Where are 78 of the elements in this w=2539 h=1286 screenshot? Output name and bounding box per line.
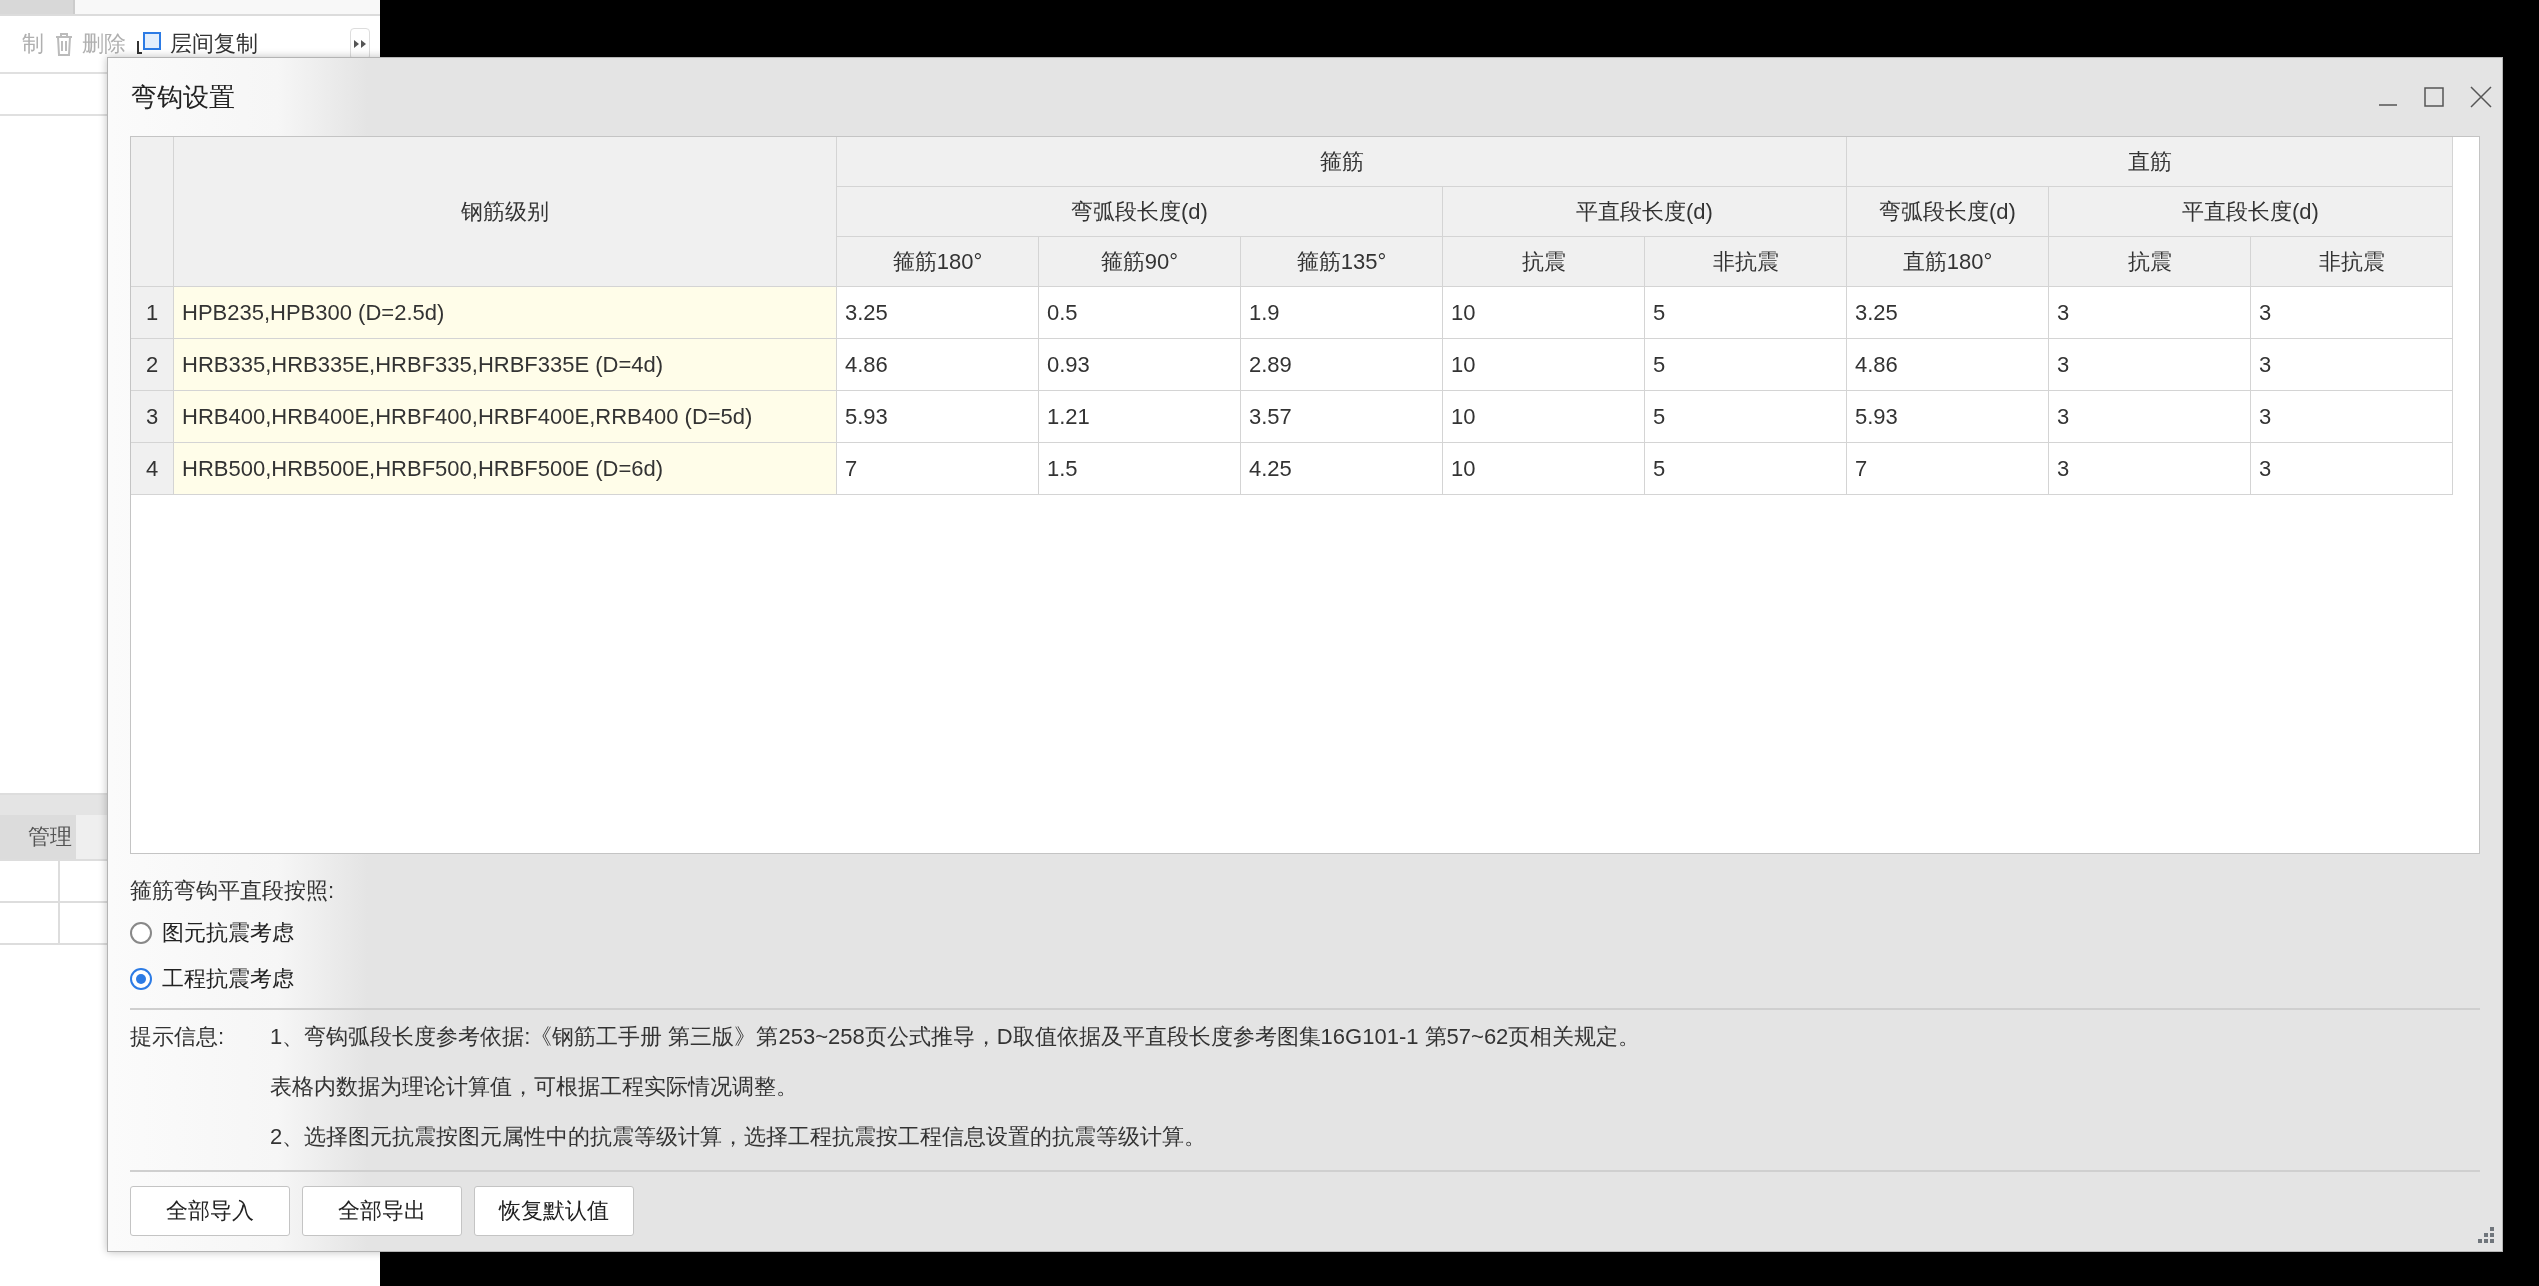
dialog-button[interactable]: 全部导出 [302, 1186, 462, 1236]
column-header: 抗震 [2049, 237, 2251, 287]
table-cell[interactable]: 3 [2049, 287, 2251, 339]
radio-label: 工程抗震考虑 [162, 965, 294, 993]
trash-icon [54, 31, 74, 57]
column-header: 直筋180° [1847, 237, 2049, 287]
table-cell[interactable]: 3.25 [1847, 287, 2049, 339]
table-cell[interactable]: 10 [1443, 339, 1645, 391]
row-number: 1 [131, 287, 174, 339]
window-title: 弯钩设置 [131, 80, 235, 114]
table-cell[interactable]: 5 [1645, 443, 1847, 495]
table-cell: HRB400,HRB400E,HRBF400,HRBF400E,RRB400 (D=5d) [174, 391, 837, 443]
close-icon[interactable] [2470, 86, 2492, 108]
toolbar-button[interactable]: 层间复制 [170, 29, 258, 59]
table-cell[interactable]: 3 [2251, 287, 2453, 339]
table-cell[interactable]: 5 [1645, 339, 1847, 391]
info-text: 1、弯钩弧段长度参考依据:《钢筋工手册 第三版》第253~258页公式推导，D取值依据及平直段长度参考图集16G101-1 第57~62页相关规定。 [270, 1023, 1642, 1051]
column-header: 抗震 [1443, 237, 1645, 287]
table-cell[interactable]: 1.9 [1241, 287, 1443, 339]
table-cell[interactable]: 5 [1645, 287, 1847, 339]
table-cell[interactable]: 10 [1443, 443, 1645, 495]
column-header: 钢筋级别 [174, 137, 837, 287]
table-cell[interactable]: 5 [1645, 391, 1847, 443]
table-cell: HRB335,HRB335E,HRBF335,HRBF335E (D=4d) [174, 339, 837, 391]
radio-label: 图元抗震考虑 [162, 919, 294, 947]
table-cell[interactable]: 7 [837, 443, 1039, 495]
dialog-button[interactable]: 恢复默认值 [474, 1186, 634, 1236]
table-cell[interactable]: 3 [2049, 391, 2251, 443]
table-cell[interactable]: 3 [2049, 339, 2251, 391]
radio-option[interactable]: 工程抗震考虑 [130, 960, 2480, 998]
table-cell[interactable]: 0.5 [1039, 287, 1241, 339]
table-cell[interactable]: 3 [2251, 339, 2453, 391]
info-label: 提示信息: [130, 1023, 226, 1051]
column-header: 箍筋90° [1039, 237, 1241, 287]
table-cell[interactable]: 7 [1847, 443, 2049, 495]
copy-icon [136, 31, 162, 57]
table-cell[interactable]: 3 [2049, 443, 2251, 495]
table-cell[interactable]: 3 [2251, 391, 2453, 443]
table-cell[interactable]: 5.93 [1847, 391, 2049, 443]
table-cell: HRB500,HRB500E,HRBF500,HRBF500E (D=6d) [174, 443, 837, 495]
panel-tab[interactable]: 管理 [0, 815, 76, 859]
column-header: 非抗震 [1645, 237, 1847, 287]
table-cell[interactable]: 4.25 [1241, 443, 1443, 495]
column-header: 箍筋180° [837, 237, 1039, 287]
radio-button[interactable] [130, 922, 152, 944]
table-cell[interactable]: 4.86 [837, 339, 1039, 391]
table-cell[interactable]: 3.57 [1241, 391, 1443, 443]
table-cell[interactable]: 10 [1443, 391, 1645, 443]
row-number: 3 [131, 391, 174, 443]
double-arrow-icon [353, 39, 367, 49]
table-cell[interactable]: 2.89 [1241, 339, 1443, 391]
row-number: 2 [131, 339, 174, 391]
table-cell: HPB235,HPB300 (D=2.5d) [174, 287, 837, 339]
table-cell[interactable]: 1.21 [1039, 391, 1241, 443]
column-group-header: 箍筋 [837, 137, 1847, 187]
column-subgroup-header: 平直段长度(d) [1443, 187, 1847, 237]
table-cell[interactable]: 10 [1443, 287, 1645, 339]
column-header: 非抗震 [2251, 237, 2453, 287]
column-subgroup-header: 弯弧段长度(d) [1847, 187, 2049, 237]
resize-grip-icon[interactable] [2478, 1227, 2494, 1243]
table-cell[interactable]: 0.93 [1039, 339, 1241, 391]
row-number: 4 [131, 443, 174, 495]
table-cell[interactable]: 1.5 [1039, 443, 1241, 495]
table-cell[interactable]: 4.86 [1847, 339, 2049, 391]
maximize-icon[interactable] [2424, 87, 2444, 107]
info-text: 表格内数据为理论计算值，可根据工程实际情况调整。 [270, 1073, 799, 1101]
dialog-button[interactable]: 全部导入 [130, 1186, 290, 1236]
section-label: 箍筋弯钩平直段按照: [130, 877, 336, 905]
column-group-header: 直筋 [1847, 137, 2453, 187]
column-subgroup-header: 弯弧段长度(d) [837, 187, 1443, 237]
column-subgroup-header: 平直段长度(d) [2049, 187, 2453, 237]
info-text: 2、选择图元抗震按图元属性中的抗震等级计算，选择工程抗震按工程信息设置的抗震等级计算。 [270, 1123, 1208, 1151]
radio-button[interactable] [130, 968, 152, 990]
column-header: 箍筋135° [1241, 237, 1443, 287]
table-cell[interactable]: 3 [2251, 443, 2453, 495]
table-cell[interactable]: 3.25 [837, 287, 1039, 339]
table-cell[interactable]: 5.93 [837, 391, 1039, 443]
radio-option[interactable]: 图元抗震考虑 [130, 914, 2480, 952]
